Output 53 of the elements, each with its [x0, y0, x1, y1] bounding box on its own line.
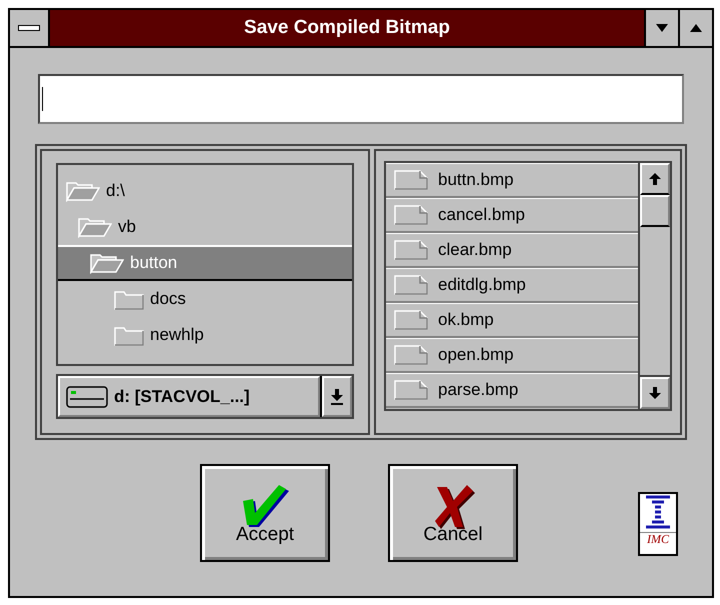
file-name: clear.bmp	[438, 239, 512, 262]
cancel-button[interactable]: Cancel	[388, 464, 518, 562]
window-title: Save Compiled Bitmap	[244, 16, 450, 40]
document-icon	[394, 380, 428, 400]
file-item[interactable]: parse.bmp	[386, 373, 638, 408]
drive-dropdown[interactable]: d: [STACVOL_...]	[56, 374, 354, 419]
file-name: parse.bmp	[438, 379, 518, 402]
folder-name: newhlp	[150, 324, 204, 346]
folder-item[interactable]: docs	[58, 281, 352, 317]
folder-name: d:\	[106, 180, 125, 202]
down-arrow-icon	[649, 387, 661, 399]
file-item[interactable]: open.bmp	[386, 338, 638, 373]
drive-label: d: [STACVOL_...]	[114, 386, 250, 408]
document-icon	[394, 310, 428, 330]
drive-icon	[66, 386, 108, 408]
text-cursor	[42, 87, 43, 111]
folder-item[interactable]: button	[58, 245, 352, 281]
document-icon	[394, 205, 428, 225]
file-name: editdlg.bmp	[438, 274, 526, 296]
file-name: buttn.bmp	[438, 169, 514, 192]
folder-item[interactable]: d:\	[58, 173, 352, 209]
up-arrow-icon	[649, 173, 661, 185]
document-icon	[394, 240, 428, 260]
scrollbar[interactable]	[638, 163, 670, 409]
folder-name: vb	[118, 216, 136, 238]
scroll-thumb[interactable]	[640, 195, 670, 227]
accept-button[interactable]: Accept	[200, 464, 330, 562]
up-triangle-icon	[690, 24, 702, 32]
file-name: cancel.bmp	[438, 204, 525, 226]
file-item[interactable]: editdlg.bmp	[386, 268, 638, 303]
document-icon	[394, 275, 428, 295]
document-icon	[394, 345, 428, 365]
checkmark-icon	[241, 482, 289, 528]
dropdown-button[interactable]	[322, 376, 352, 417]
open-folder-icon	[66, 180, 100, 202]
folder-item[interactable]: vb	[58, 209, 352, 245]
folder-name: button	[130, 252, 178, 274]
document-icon	[394, 170, 428, 190]
filename-field[interactable]	[38, 74, 684, 124]
file-name: open.bmp	[438, 344, 514, 366]
file-item[interactable]: buttn.bmp	[386, 163, 638, 198]
down-arrow-icon	[331, 388, 343, 405]
logo-text: IMC	[640, 532, 676, 545]
file-item[interactable]: ok.bmp	[386, 303, 638, 338]
open-folder-icon	[78, 216, 112, 238]
file-item[interactable]: cancel.bmp	[386, 198, 638, 233]
down-triangle-icon	[656, 24, 668, 32]
minus-bar-icon	[18, 25, 40, 31]
file-name: ok.bmp	[438, 309, 494, 332]
folder-name: docs	[150, 288, 186, 310]
folder-item[interactable]: newhlp	[58, 317, 352, 353]
file-item[interactable]: clear.bmp	[386, 233, 638, 268]
open-folder-icon	[90, 252, 124, 274]
